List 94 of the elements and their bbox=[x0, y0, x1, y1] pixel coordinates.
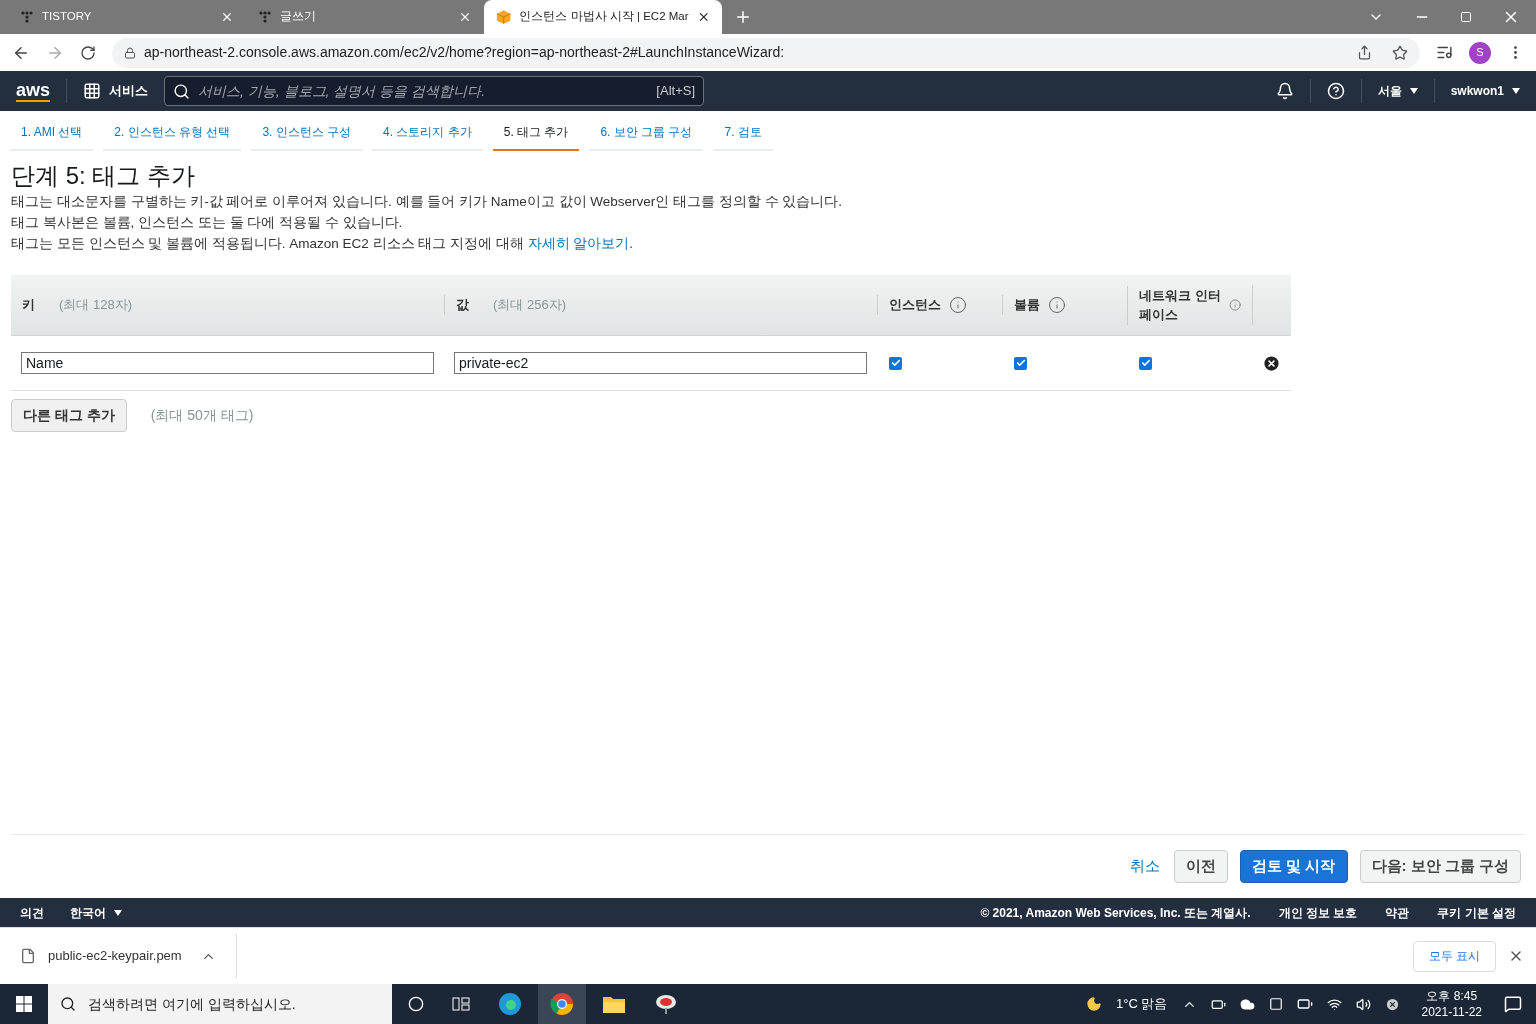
tab-title: 글쓰기 bbox=[280, 9, 317, 25]
language-menu[interactable]: 한국어 bbox=[70, 903, 122, 922]
column-header: 인스턴스 bbox=[889, 296, 941, 315]
help-icon[interactable] bbox=[1326, 82, 1345, 100]
dots-icon bbox=[258, 10, 272, 24]
download-item[interactable]: public-ec2-keypair.pem bbox=[0, 934, 237, 978]
description-text: 태그 복사본은 볼륨, 인스턴스 또는 둘 다에 적용될 수 있습니다. bbox=[11, 214, 404, 232]
checkbox[interactable] bbox=[889, 356, 902, 370]
app-icon[interactable] bbox=[654, 993, 678, 1015]
wizard-step-tab[interactable]: 5. 태그 추가 bbox=[492, 123, 580, 151]
tab-title: TISTORY bbox=[42, 9, 93, 25]
star-icon[interactable] bbox=[1392, 44, 1408, 61]
cancel-link[interactable]: 취소 bbox=[1130, 855, 1161, 878]
shortcut-hint: [Alt+S] bbox=[656, 82, 696, 101]
info-icon[interactable] bbox=[1048, 296, 1066, 314]
remove-icon[interactable] bbox=[1262, 353, 1281, 373]
feedback-link[interactable]: 의견 bbox=[20, 903, 44, 922]
chrome-icon[interactable] bbox=[550, 992, 574, 1016]
show-all-button[interactable]: 모두 표시 bbox=[1412, 940, 1496, 972]
wifi-icon[interactable] bbox=[1326, 996, 1342, 1012]
reload-icon[interactable] bbox=[80, 44, 96, 61]
battery-icon[interactable] bbox=[1296, 996, 1313, 1012]
display-icon[interactable] bbox=[1268, 997, 1283, 1011]
lock-icon bbox=[124, 46, 136, 59]
widgets-icon[interactable] bbox=[452, 996, 470, 1012]
footer-link[interactable]: 쿠키 기본 설정 bbox=[1437, 903, 1516, 922]
aws-logo[interactable]: aws bbox=[16, 80, 51, 102]
bell-icon[interactable] bbox=[1275, 82, 1294, 100]
grid-icon[interactable] bbox=[83, 82, 102, 100]
nav-button[interactable]: 다음: 보안 그룹 구성 bbox=[1359, 850, 1521, 883]
edge-icon[interactable] bbox=[498, 992, 522, 1016]
wizard-step-tab[interactable]: 6. 보안 그룹 구성 bbox=[589, 123, 704, 151]
wizard-step-tab[interactable]: 2. 인스턴스 유형 선택 bbox=[103, 123, 242, 151]
task-view-icon[interactable] bbox=[408, 996, 424, 1012]
learn-more-link[interactable]: 자세히 알아보기 bbox=[527, 236, 630, 251]
column-header: 볼륨 bbox=[1014, 296, 1040, 315]
description-text: 태그는 모든 인스턴스 및 볼륨에 적용됩니다. Amazon EC2 리소스 태그 지정에 대해 자세히 알아보기. bbox=[11, 235, 635, 253]
wizard-step-tab[interactable]: 1. AMI 선택 bbox=[10, 123, 94, 151]
caret-icon[interactable] bbox=[1409, 88, 1418, 94]
browser-tab[interactable]: TISTORY bbox=[8, 0, 246, 34]
search-field[interactable]: 서비스, 기능, 블로그, 설명서 등을 검색합니다. [Alt+S] bbox=[164, 76, 705, 106]
nav-button[interactable]: 이전 bbox=[1174, 850, 1229, 883]
volume-icon[interactable] bbox=[1355, 996, 1371, 1012]
browser-tab[interactable]: 글쓰기 bbox=[246, 0, 484, 34]
caret-icon[interactable] bbox=[114, 909, 122, 916]
weather-text[interactable]: 1°C 맑음 bbox=[1116, 994, 1168, 1014]
checkbox[interactable] bbox=[1139, 356, 1152, 370]
new-tab-icon[interactable] bbox=[734, 8, 752, 26]
column-header: 값 bbox=[456, 296, 469, 315]
column-hint: (최대 256자) bbox=[493, 296, 566, 315]
clock[interactable]: 오후 8:45 2021-11-22 bbox=[1413, 988, 1490, 1020]
footer-link[interactable]: 개인 정보 보호 bbox=[1278, 903, 1358, 922]
checkbox[interactable] bbox=[1014, 356, 1027, 370]
search-icon bbox=[173, 82, 191, 100]
wizard-step-tab[interactable]: 7. 검토 bbox=[713, 123, 773, 151]
tab-title: 인스턴스 마법사 시작 | EC2 Mar bbox=[519, 9, 689, 25]
page-title: 단계 5: 태그 추가 bbox=[11, 161, 197, 191]
notifications-icon[interactable] bbox=[1504, 995, 1522, 1013]
profile-avatar[interactable]: S bbox=[1469, 41, 1491, 64]
footer-link[interactable]: 약관 bbox=[1385, 903, 1410, 922]
taskbar-search[interactable]: 검색하려면 여기에 입력하십시오. bbox=[48, 984, 392, 1024]
key-input[interactable]: Name bbox=[21, 352, 434, 374]
search-placeholder: 서비스, 기능, 블로그, 설명서 등을 검색합니다. bbox=[198, 81, 487, 101]
share-icon[interactable] bbox=[1357, 45, 1372, 60]
windows-icon[interactable] bbox=[16, 996, 32, 1012]
file-icon bbox=[20, 948, 36, 964]
browser-tab[interactable]: 인스턴스 마법사 시작 | EC2 Mar bbox=[484, 0, 722, 34]
region-menu[interactable]: 서울 bbox=[1377, 82, 1418, 100]
services-menu[interactable]: 서비스 bbox=[109, 81, 149, 101]
wizard-step-tab[interactable]: 4. 스토리지 추가 bbox=[372, 123, 483, 151]
search-icon bbox=[60, 996, 76, 1012]
caret-icon[interactable] bbox=[1512, 88, 1520, 94]
add-tag-button[interactable]: 다른 태그 추가 bbox=[11, 399, 127, 432]
info-icon[interactable] bbox=[949, 296, 967, 314]
address-bar[interactable]: ap-northeast-2.console.aws.amazon.com/ec2/v2/home?region=ap-northeast-2#LaunchInstanceWizard: bbox=[112, 37, 1420, 68]
wizard-step-tab[interactable]: 3. 인스턴스 구성 bbox=[251, 123, 363, 151]
column-header: 키 bbox=[22, 296, 35, 315]
review-launch-button[interactable]: 검토 및 시작 bbox=[1240, 850, 1348, 883]
value-input[interactable]: private-ec2 bbox=[454, 352, 867, 374]
status-icon[interactable] bbox=[1384, 996, 1400, 1012]
dots-icon bbox=[20, 10, 34, 24]
description-text: 태그는 대소문자를 구별하는 키-값 페어로 이루어져 있습니다. 예를 들어 키가 Name이고 값이 Webserver인 태그를 정의할 수 있습니다. bbox=[11, 193, 844, 211]
tag-limit-hint: (최대 50개 태그) bbox=[150, 406, 254, 425]
folder-icon[interactable] bbox=[602, 994, 626, 1014]
cloud-icon[interactable] bbox=[1239, 996, 1255, 1012]
box-icon bbox=[496, 9, 512, 25]
user-menu[interactable]: swkwon1 bbox=[1450, 82, 1520, 100]
media-icon[interactable] bbox=[1436, 44, 1453, 61]
column-header: 네트워크 인터페이스 bbox=[1139, 286, 1221, 324]
restore-icon[interactable] bbox=[1460, 11, 1472, 23]
column-hint: (최대 128자) bbox=[59, 296, 132, 315]
moon-icon[interactable] bbox=[1086, 996, 1103, 1012]
url-text: ap-northeast-2.console.aws.amazon.com/ec2/v2/home?region=ap-northeast-2#LaunchInstanceWizard: bbox=[144, 43, 786, 62]
copyright-text: © 2021, Amazon Web Services, Inc. 또는 계열사. bbox=[980, 904, 1251, 922]
